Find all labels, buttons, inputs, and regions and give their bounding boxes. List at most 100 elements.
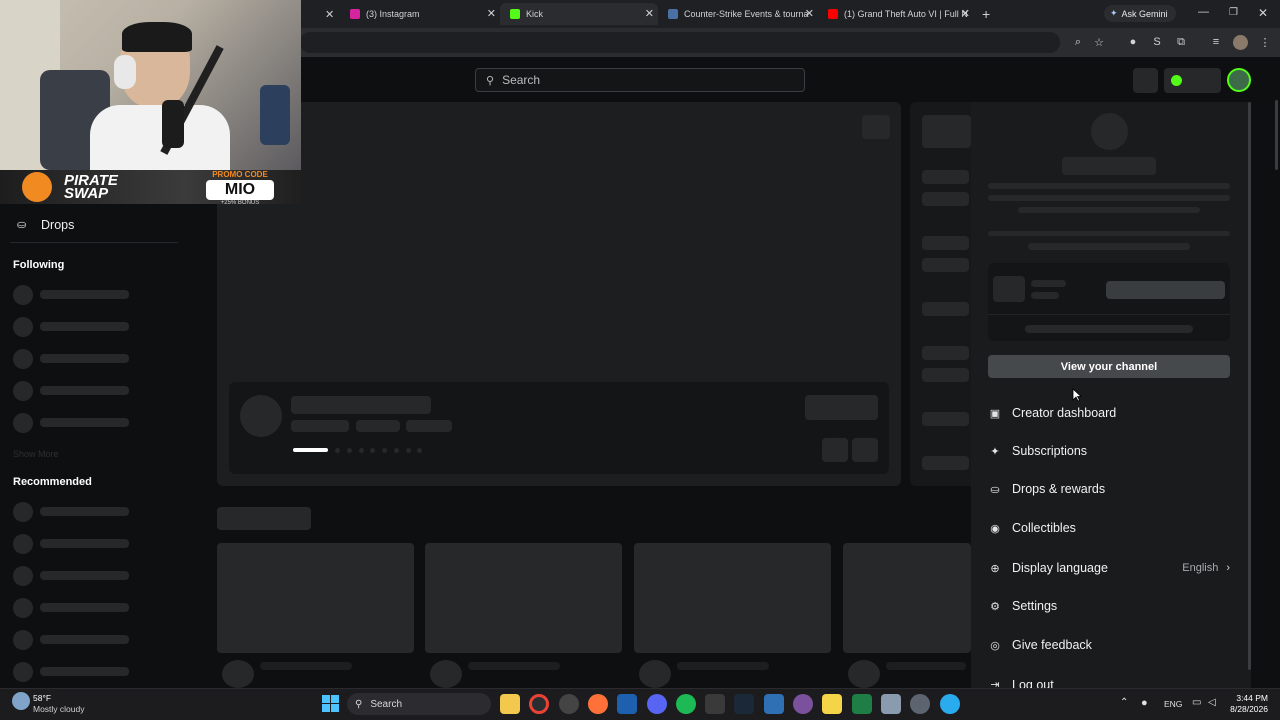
- notes-icon[interactable]: [822, 694, 842, 714]
- clock-time[interactable]: 3:44 PM: [1224, 693, 1268, 703]
- menu-item-log-out[interactable]: ⇥ Log out: [988, 678, 1053, 688]
- carousel-dot[interactable]: [417, 448, 422, 453]
- menu-scrollbar[interactable]: [1248, 102, 1251, 670]
- volume-icon[interactable]: ◁: [1208, 697, 1216, 708]
- page-scrollbar[interactable]: [1275, 100, 1278, 170]
- menu-item-give-feedback[interactable]: ◎ Give feedback: [988, 635, 1092, 655]
- close-tab-icon[interactable]: ✕: [645, 7, 654, 20]
- menu-item-collectibles[interactable]: ◉ Collectibles: [988, 518, 1076, 538]
- menu-item-drops-rewards[interactable]: ⛀ Drops & rewards: [988, 479, 1105, 499]
- address-bar[interactable]: [300, 32, 1060, 53]
- kick-icon: [510, 9, 520, 19]
- tray-chevron-icon[interactable]: ⌃: [1120, 697, 1128, 708]
- windows-taskbar: [0, 688, 1280, 720]
- tab-youtube[interactable]: (1) Grand Theft Auto VI | Full N ✕: [818, 3, 974, 25]
- stream-card-skeleton[interactable]: [425, 543, 622, 653]
- side-list-item-skeleton: [922, 368, 969, 382]
- side-list-item-skeleton: [922, 346, 969, 360]
- taskbar-search[interactable]: ⚲ Search: [347, 693, 491, 715]
- recommended-name-skeleton: [40, 539, 129, 548]
- tag-skeleton: [406, 420, 452, 432]
- minimize-icon[interactable]: —: [1198, 6, 1209, 18]
- tab-counter-strike[interactable]: Counter-Strike Events & tourna ✕: [658, 3, 818, 25]
- viber-icon[interactable]: [793, 694, 813, 714]
- carousel-indicator-active[interactable]: [293, 448, 328, 452]
- tab-instagram[interactable]: (3) Instagram ✕: [340, 3, 500, 25]
- close-tab-icon[interactable]: ✕: [961, 7, 970, 20]
- chrome-alt-icon[interactable]: [559, 694, 579, 714]
- close-window-icon[interactable]: ✕: [1258, 6, 1268, 20]
- carousel-dot[interactable]: [394, 448, 399, 453]
- weather-icon[interactable]: [12, 692, 30, 710]
- puzzle-icon[interactable]: ⧉: [1173, 34, 1189, 50]
- extension-icon[interactable]: ●: [1125, 34, 1141, 50]
- stream-card-skeleton[interactable]: [843, 543, 971, 653]
- gift-icon: ⛀: [990, 483, 1000, 496]
- close-tab-icon[interactable]: ✕: [805, 7, 814, 20]
- settings-app-icon[interactable]: [910, 694, 930, 714]
- telegram-icon[interactable]: [940, 694, 960, 714]
- feedback-icon: ◎: [990, 639, 1000, 652]
- sidebar-divider: [10, 242, 178, 243]
- menu-item-settings[interactable]: ⚙ Settings: [988, 596, 1057, 616]
- close-tab-icon[interactable]: ✕: [325, 8, 334, 21]
- menu-item-creator-dashboard[interactable]: ▣ Creator dashboard: [988, 403, 1116, 423]
- image-app-icon[interactable]: [881, 694, 901, 714]
- clock-date[interactable]: 8/28/2026: [1222, 704, 1268, 714]
- sidebar-item-drops[interactable]: Drops: [41, 218, 74, 232]
- media-control-icon[interactable]: ≡: [1208, 34, 1224, 50]
- extension-s-icon[interactable]: S: [1149, 34, 1165, 50]
- carousel-dot[interactable]: [406, 448, 411, 453]
- bookmark-star-icon[interactable]: ☆: [1091, 34, 1107, 50]
- zoom-icon[interactable]: ⌕: [1070, 34, 1086, 50]
- card-avatar-skeleton: [639, 660, 671, 688]
- spotify-icon[interactable]: [676, 694, 696, 714]
- following-avatar-skeleton: [13, 413, 33, 433]
- windows-start-icon[interactable]: [322, 695, 339, 712]
- close-tab-icon[interactable]: ✕: [487, 7, 496, 20]
- input-language[interactable]: ENG: [1164, 699, 1182, 709]
- tab-title: Counter-Strike Events & tourna: [684, 9, 809, 19]
- network-icon[interactable]: ▭: [1192, 697, 1201, 708]
- mouse-cursor-icon: [1072, 388, 1082, 402]
- carousel-dot[interactable]: [359, 448, 364, 453]
- profile-avatar[interactable]: [1233, 35, 1248, 50]
- following-avatar-skeleton: [13, 285, 33, 305]
- menu-item-display-language[interactable]: ⊕ Display language English ›: [988, 558, 1230, 578]
- view-channel-button[interactable]: View your channel: [988, 355, 1230, 378]
- menu-avatar-skeleton: [1091, 113, 1128, 150]
- tag-skeleton: [356, 420, 400, 432]
- file-explorer-icon[interactable]: [500, 694, 520, 714]
- recommended-avatar-skeleton: [13, 502, 33, 522]
- user-avatar[interactable]: [1227, 68, 1251, 92]
- chrome-icon[interactable]: [529, 694, 549, 714]
- carousel-dot[interactable]: [347, 448, 352, 453]
- new-tab-icon[interactable]: +: [982, 6, 990, 22]
- menu-item-label: Settings: [1012, 599, 1058, 613]
- carousel-dot[interactable]: [370, 448, 375, 453]
- discord-icon[interactable]: [647, 694, 667, 714]
- more-menu-icon[interactable]: ⋮: [1257, 34, 1273, 50]
- microphone-icon[interactable]: ●: [1141, 697, 1148, 709]
- carousel-dot[interactable]: [382, 448, 387, 453]
- menu-item-subscriptions[interactable]: ✦ Subscriptions: [988, 441, 1087, 461]
- show-more-link[interactable]: Show More: [13, 449, 59, 459]
- section-title-skeleton: [217, 507, 311, 530]
- restore-icon[interactable]: ❐: [1229, 7, 1238, 18]
- firefox-icon[interactable]: [588, 694, 608, 714]
- cube-app-icon[interactable]: [617, 694, 637, 714]
- search-input[interactable]: ⚲ Search: [475, 68, 805, 92]
- kick-coin-icon: [1171, 75, 1182, 86]
- carousel-dot[interactable]: [335, 448, 340, 453]
- stream-card-skeleton[interactable]: [634, 543, 831, 653]
- ask-gemini-button[interactable]: ✦ Ask Gemini: [1104, 5, 1176, 22]
- steam-icon[interactable]: [734, 694, 754, 714]
- carousel-prev-skeleton: [822, 438, 848, 462]
- sheets-icon[interactable]: [852, 694, 872, 714]
- recommended-name-skeleton: [40, 635, 129, 644]
- terminal-icon[interactable]: [705, 694, 725, 714]
- wallet-button[interactable]: [1164, 68, 1221, 93]
- stream-card-skeleton[interactable]: [217, 543, 414, 653]
- tab-kick[interactable]: Kick ✕: [500, 3, 658, 25]
- box-app-icon[interactable]: [764, 694, 784, 714]
